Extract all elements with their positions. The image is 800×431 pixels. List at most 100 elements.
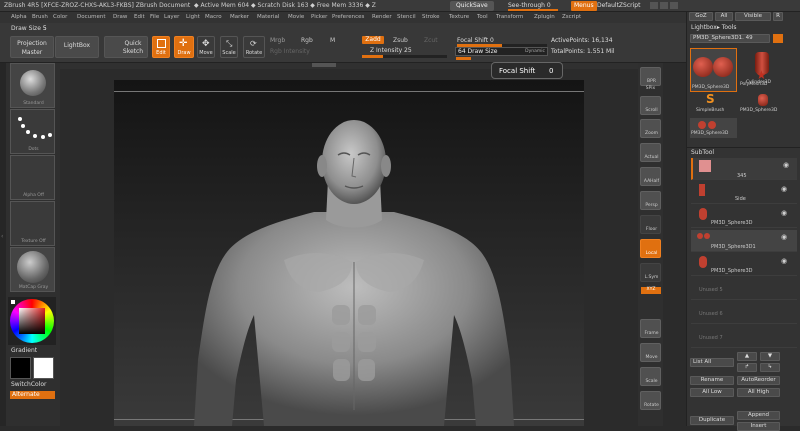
spix-label[interactable]: SPix <box>638 86 663 91</box>
menu-preferences[interactable]: Preferences <box>332 14 364 20</box>
eye-icon[interactable]: ◉ <box>781 185 787 193</box>
local-button[interactable]: Local <box>640 239 661 258</box>
quicksave-button[interactable]: QuickSave <box>450 1 494 11</box>
zcut-button[interactable]: Zcut <box>424 37 438 44</box>
aahalf-button[interactable]: AAHalf <box>640 167 661 186</box>
tool-thumb-pm3d-2[interactable]: PM3D_Sphere3D <box>690 118 737 138</box>
tool-thumb-simplebrush[interactable]: S SimpleBrush <box>690 92 737 116</box>
current-tool-field[interactable]: PM3D_Sphere3D1. 49 <box>690 34 770 43</box>
primary-color-swatch[interactable] <box>33 357 54 379</box>
rgb-button[interactable]: Rgb <box>301 37 313 44</box>
menu-document[interactable]: Document <box>77 14 106 20</box>
frame-button[interactable]: Frame <box>640 319 661 338</box>
insert-button[interactable]: Insert <box>737 422 780 431</box>
color-marker[interactable] <box>11 300 15 304</box>
eye-icon[interactable]: ◉ <box>783 161 789 169</box>
color-square[interactable] <box>19 308 45 334</box>
zsub-button[interactable]: Zsub <box>393 37 408 44</box>
scroll-button[interactable]: Scroll <box>640 96 661 115</box>
subtool-row[interactable]: Unused 5 <box>691 278 797 300</box>
zoom-button[interactable]: Zoom <box>640 119 661 138</box>
shelf-handle[interactable] <box>312 63 336 67</box>
menu-material[interactable]: Material <box>257 14 279 20</box>
floor-button[interactable]: Floor <box>640 215 661 234</box>
see-through-slider[interactable]: See-through 0 <box>508 2 551 9</box>
expand-left-icon[interactable]: ‹ <box>1 233 3 240</box>
eye-icon[interactable]: ◉ <box>781 209 787 217</box>
tool-thumb-pm3d[interactable]: PM3D_Sphere3D <box>740 94 787 116</box>
zadd-button[interactable]: Zadd <box>362 36 384 44</box>
rename-button[interactable]: Rename <box>690 376 734 385</box>
tool-thumb-sphere[interactable]: PM3D_Sphere3D <box>690 48 737 92</box>
menu-stencil[interactable]: Stencil <box>397 14 416 20</box>
subtool-row[interactable]: 345 ◉ <box>691 158 797 180</box>
menu-picker[interactable]: Picker <box>311 14 327 20</box>
dynamic-toggle[interactable]: Dynamic <box>525 49 545 54</box>
menu-transform[interactable]: Transform <box>496 14 523 20</box>
alternate-button[interactable]: Alternate <box>10 391 55 399</box>
menu-brush[interactable]: Brush <box>32 14 48 20</box>
menu-zplugin[interactable]: Zplugin <box>534 14 555 20</box>
duplicate-button[interactable]: Duplicate <box>690 416 734 425</box>
secondary-color-swatch[interactable] <box>10 357 31 379</box>
move-up-button[interactable]: ▲ <box>737 352 757 361</box>
goz-all-button[interactable]: All <box>715 12 733 21</box>
menu-layer[interactable]: Layer <box>164 14 179 20</box>
focal-shift-slider[interactable]: Focal Shift 0 <box>457 37 494 44</box>
eye-icon[interactable]: ◉ <box>781 257 787 265</box>
quick-sketch-button[interactable]: Quick Sketch <box>104 36 148 58</box>
brush-thumbnail[interactable]: Standard <box>10 63 55 108</box>
switch-color-button[interactable]: SwitchColor <box>11 381 47 388</box>
menu-texture[interactable]: Texture <box>449 14 469 20</box>
help-icon[interactable] <box>650 2 658 9</box>
xyz-button[interactable]: XYZ <box>641 287 661 294</box>
move-button[interactable]: ✥ Move <box>197 36 215 58</box>
menu-marker[interactable]: Marker <box>230 14 249 20</box>
subtool-row[interactable]: PM3D_Sphere3D ◉ <box>691 206 797 228</box>
draw-button[interactable]: ✛ Draw <box>174 36 194 58</box>
default-zscript-button[interactable]: DefaultZScript <box>597 2 640 9</box>
maximize-icon[interactable] <box>670 2 678 9</box>
subtool-header[interactable]: SubTool <box>691 149 714 156</box>
menu-tool[interactable]: Tool <box>477 14 488 20</box>
subtool-row[interactable]: Unused 7 <box>691 326 797 348</box>
m-button[interactable]: M <box>330 37 335 44</box>
scale-button[interactable]: ⤡ Scale <box>220 36 238 58</box>
move-down-button[interactable]: ▼ <box>760 352 780 361</box>
subtool-row[interactable]: PM3D_Sphere3D1 ◉ <box>691 230 797 252</box>
bpr-button[interactable]: BPR <box>640 67 661 86</box>
minimize-icon[interactable] <box>660 2 668 9</box>
menu-zscript[interactable]: Zscript <box>562 14 581 20</box>
persp-button[interactable]: Persp <box>640 191 661 210</box>
rotate-button[interactable]: ⟳ Rotate <box>243 36 265 58</box>
goz-button[interactable]: GoZ <box>689 12 713 21</box>
projection-master-button[interactable]: Projection Master <box>10 36 54 58</box>
texture-thumbnail[interactable]: Texture Off <box>10 201 55 246</box>
rgb-intensity-slider[interactable]: Rgb Intensity <box>270 48 310 55</box>
rotate-view-button[interactable]: Rotate <box>640 391 661 410</box>
move-first-button[interactable]: ↱ <box>737 363 757 372</box>
material-thumbnail[interactable]: MatCap Gray <box>10 247 55 292</box>
edit-button[interactable]: Edit <box>152 36 170 58</box>
alpha-thumbnail[interactable]: Alpha Off <box>10 155 55 200</box>
menu-light[interactable]: Light <box>186 14 200 20</box>
all-low-button[interactable]: All Low <box>690 388 734 397</box>
all-high-button[interactable]: All High <box>737 388 780 397</box>
see-through-track[interactable] <box>508 9 558 11</box>
eye-icon[interactable]: ◉ <box>781 233 787 241</box>
lightbox-button[interactable]: LightBox <box>55 36 99 58</box>
actual-button[interactable]: Actual <box>640 143 661 162</box>
z-intensity-slider[interactable]: Z Intensity 25 <box>370 47 412 54</box>
menu-draw[interactable]: Draw <box>113 14 127 20</box>
move-last-button[interactable]: ↳ <box>760 363 780 372</box>
move-view-button[interactable]: Move <box>640 343 661 362</box>
menu-alpha[interactable]: Alpha <box>11 14 27 20</box>
canvas-viewport[interactable] <box>114 80 584 426</box>
menus-button[interactable]: Menus <box>571 1 597 11</box>
gradient-toggle[interactable]: Gradient <box>11 347 37 354</box>
mrgb-button[interactable]: Mrgb <box>270 37 285 44</box>
menu-color[interactable]: Color <box>53 14 67 20</box>
subtool-row[interactable]: Unused 6 <box>691 302 797 324</box>
menu-macro[interactable]: Macro <box>205 14 222 20</box>
scale-view-button[interactable]: Scale <box>640 367 661 386</box>
